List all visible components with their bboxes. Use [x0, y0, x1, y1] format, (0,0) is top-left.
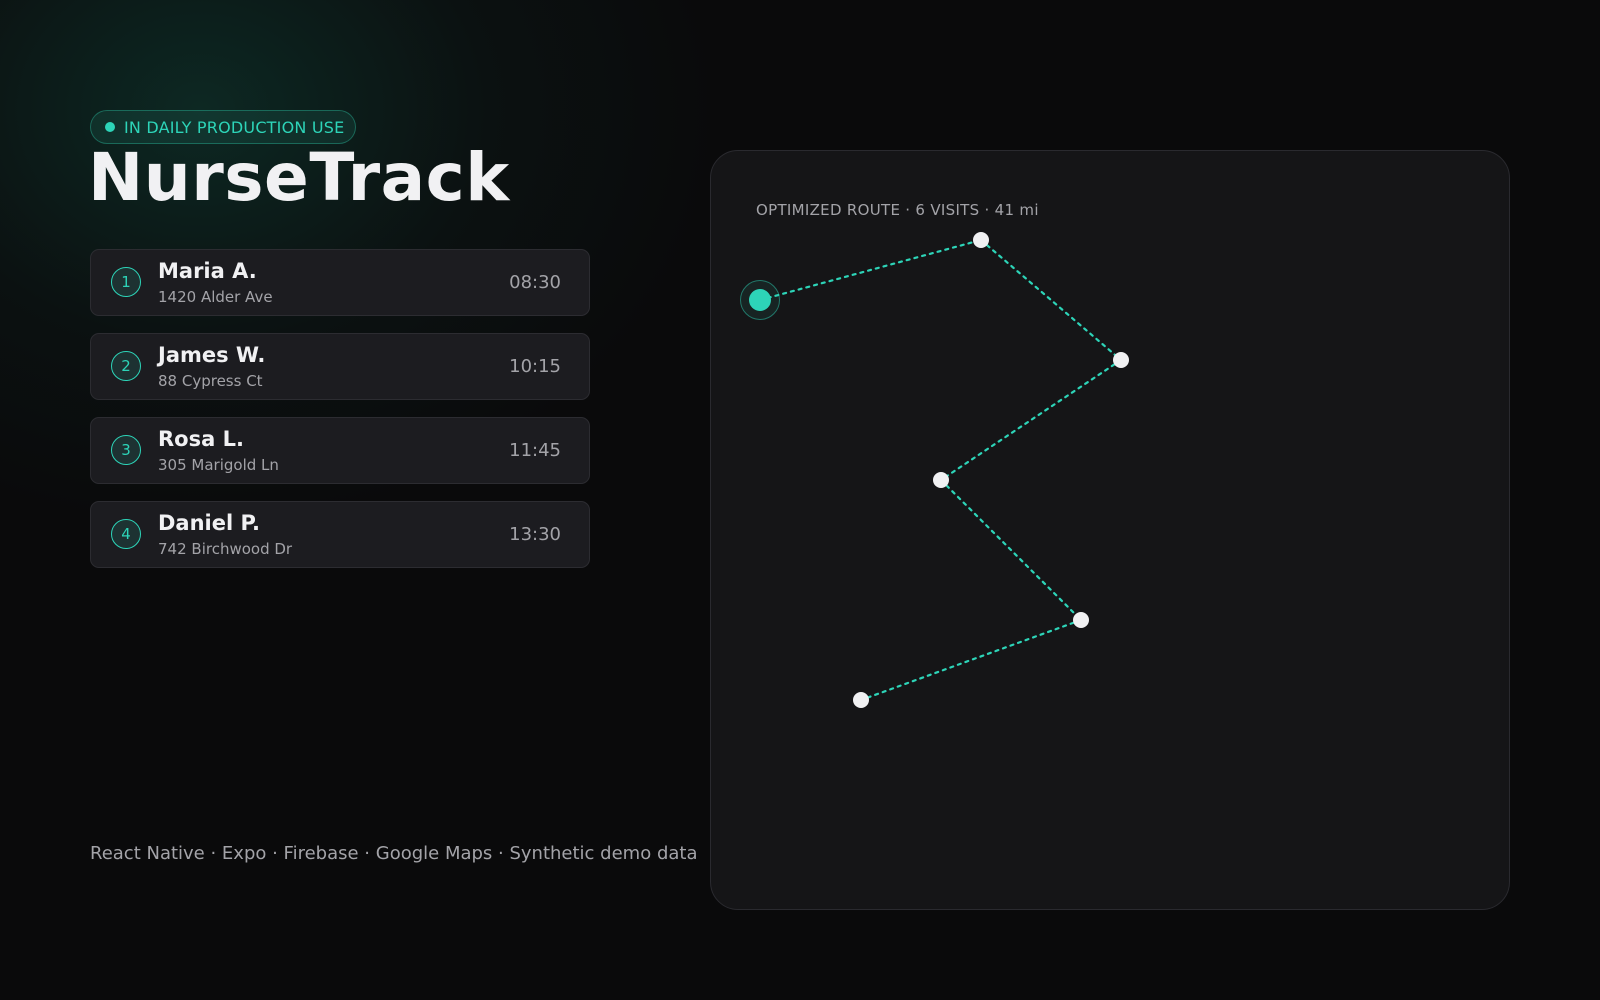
patient-address: 305 Marigold Ln	[158, 456, 279, 474]
route-segment	[859, 618, 1083, 702]
route-segment	[939, 358, 1123, 482]
status-dot-icon	[105, 122, 115, 132]
visit-stop-marker[interactable]	[933, 472, 949, 488]
start-location-marker[interactable]	[749, 289, 771, 311]
patient-name: Rosa L.	[158, 427, 244, 451]
visit-stop-marker[interactable]	[853, 692, 869, 708]
visit-stop-marker[interactable]	[973, 232, 989, 248]
route-segment	[758, 238, 983, 302]
visit-card[interactable]: 1 Maria A. 1420 Alder Ave 08:30	[90, 249, 590, 316]
patient-address: 88 Cypress Ct	[158, 372, 263, 390]
visit-time: 08:30	[509, 272, 561, 293]
visit-time: 13:30	[509, 524, 561, 545]
route-map-panel[interactable]: OPTIMIZED ROUTE · 6 VISITS · 41 mi	[710, 150, 1510, 910]
patient-name: Maria A.	[158, 259, 257, 283]
visit-number-badge: 3	[111, 435, 141, 465]
visit-number-badge: 4	[111, 519, 141, 549]
route-segment	[939, 478, 1083, 622]
visit-card[interactable]: 3 Rosa L. 305 Marigold Ln 11:45	[90, 417, 590, 484]
patient-address: 742 Birchwood Dr	[158, 540, 293, 558]
visit-stop-marker[interactable]	[1073, 612, 1089, 628]
visit-card[interactable]: 4 Daniel P. 742 Birchwood Dr 13:30	[90, 501, 590, 568]
route-path	[758, 238, 1123, 702]
badge-label: IN DAILY PRODUCTION USE	[124, 117, 345, 137]
visit-time: 11:45	[509, 440, 561, 461]
visit-time: 10:15	[509, 356, 561, 377]
route-stops	[740, 232, 1129, 708]
visit-number-badge: 1	[111, 267, 141, 297]
app-title: NurseTrack	[88, 139, 510, 216]
patient-name: James W.	[158, 343, 266, 367]
visit-number-badge: 2	[111, 351, 141, 381]
visit-card[interactable]: 2 James W. 88 Cypress Ct 10:15	[90, 333, 590, 400]
patient-address: 1420 Alder Ave	[158, 288, 273, 306]
route-map[interactable]	[711, 151, 1511, 911]
route-segment	[979, 238, 1123, 362]
visit-stop-marker[interactable]	[1113, 352, 1129, 368]
visit-list: 1 Maria A. 1420 Alder Ave 08:30 2 James …	[90, 249, 590, 585]
patient-name: Daniel P.	[158, 511, 261, 535]
page: IN DAILY PRODUCTION USE NurseTrack 1 Mar…	[0, 0, 1600, 1000]
tech-stack-footer: React Native · Expo · Firebase · Google …	[90, 843, 698, 864]
